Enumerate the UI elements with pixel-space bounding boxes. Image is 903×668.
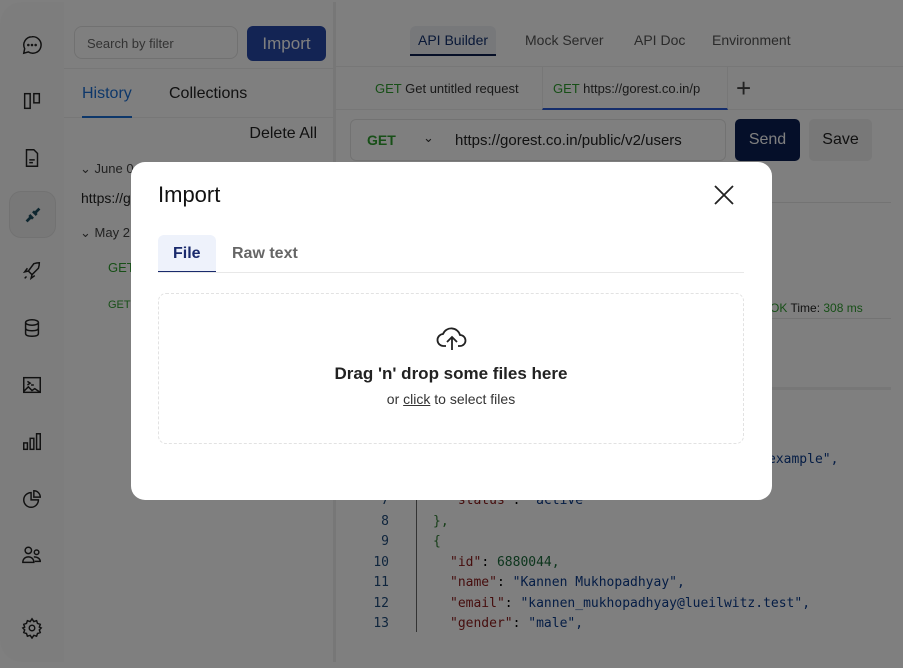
drop-subtitle: or click to select files (386, 391, 516, 407)
tab-raw-text[interactable]: Raw text (217, 235, 313, 273)
close-icon[interactable] (711, 182, 737, 208)
drop-title: Drag 'n' drop some files here (334, 364, 568, 383)
cloud-upload-icon (436, 327, 467, 350)
file-dropzone[interactable]: Drag 'n' drop some files here or click t… (158, 293, 744, 444)
click-to-select-link[interactable]: click (403, 391, 430, 407)
tab-file[interactable]: File (158, 235, 216, 273)
import-modal: Import File Raw text Drag 'n' drop some … (131, 162, 772, 500)
divider (158, 272, 744, 273)
modal-title: Import (158, 182, 221, 207)
